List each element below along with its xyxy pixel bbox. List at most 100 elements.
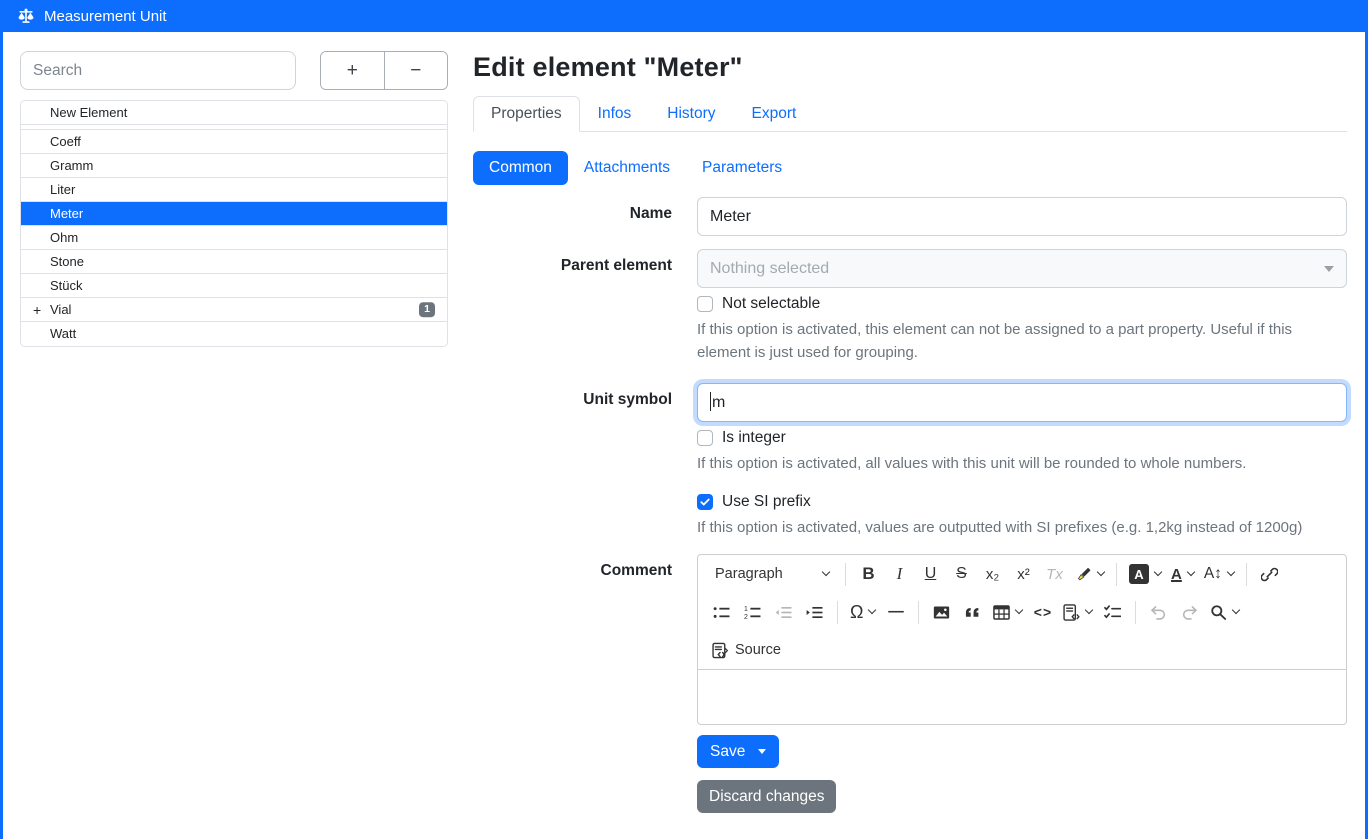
code-block-dropdown[interactable]	[1059, 598, 1096, 627]
bulleted-list-button[interactable]	[707, 598, 736, 627]
comment-label: Comment	[473, 554, 672, 813]
paragraph-style-dropdown[interactable]: Paragraph	[707, 560, 837, 589]
is-integer-checkbox[interactable]	[697, 430, 713, 446]
svg-text:1: 1	[744, 606, 748, 613]
editor-toolbar-row-3: Source	[698, 631, 1346, 669]
name-label: Name	[473, 197, 672, 236]
indent-icon	[806, 604, 823, 621]
insert-image-button[interactable]	[927, 598, 956, 627]
comment-editing-area[interactable]	[698, 670, 1346, 724]
remove-format-button[interactable]: Tx	[1040, 560, 1069, 589]
si-prefix-checkbox[interactable]	[697, 494, 713, 510]
is-integer-label: Is integer	[722, 429, 786, 447]
strikethrough-button[interactable]: S	[947, 560, 976, 589]
undo-button[interactable]	[1144, 598, 1173, 627]
link-button[interactable]	[1255, 560, 1284, 589]
child-count-badge: 1	[419, 302, 435, 318]
sidebar: + − New Element Coeff Gramm Liter Meter …	[3, 32, 453, 839]
highlight-dropdown[interactable]	[1071, 560, 1108, 589]
font-background-dropdown[interactable]: A	[1125, 560, 1165, 589]
tab-infos[interactable]: Infos	[580, 96, 650, 132]
source-button[interactable]: Source	[706, 635, 787, 665]
not-selectable-checkbox[interactable]	[697, 296, 713, 312]
tree-item-expandable[interactable]: + Vial 1	[21, 298, 447, 322]
unit-symbol-row: Unit symbol m Is integer If this option …	[473, 383, 1347, 555]
tab-history[interactable]: History	[649, 96, 733, 132]
parent-element-row: Parent element Nothing selected Not sele…	[473, 249, 1347, 383]
chevron-down-icon	[1154, 568, 1162, 576]
discard-changes-button[interactable]: Discard changes	[697, 780, 836, 813]
checkmark-icon	[699, 496, 711, 508]
unit-symbol-field[interactable]	[697, 383, 1347, 422]
special-characters-dropdown[interactable]: Ω	[846, 598, 879, 627]
expand-node-icon[interactable]: +	[33, 298, 41, 322]
redo-icon	[1181, 604, 1198, 621]
not-selectable-row: Not selectable	[697, 295, 1347, 313]
editor-toolbar-row-2: 1 2	[698, 593, 1346, 631]
subtab-parameters[interactable]: Parameters	[686, 151, 798, 185]
block-quote-button[interactable]	[958, 598, 987, 627]
horizontal-line-button[interactable]: —	[881, 598, 910, 627]
font-size-dropdown[interactable]: A↕	[1200, 560, 1238, 589]
richtext-editor: Paragraph B I U S x₂ x² Tx	[697, 554, 1347, 725]
paragraph-style-label: Paragraph	[715, 566, 783, 582]
image-icon	[933, 604, 950, 621]
tree-item[interactable]: Ohm	[21, 226, 447, 250]
omega-icon: Ω	[850, 602, 863, 623]
save-dropdown-caret-icon[interactable]	[758, 749, 766, 754]
inline-code-button[interactable]: <>	[1028, 598, 1057, 627]
tab-properties[interactable]: Properties	[473, 96, 580, 132]
tree-item[interactable]: Liter	[21, 178, 447, 202]
outdent-button[interactable]	[769, 598, 798, 627]
expand-all-button[interactable]: +	[321, 52, 385, 89]
italic-button[interactable]: I	[885, 560, 914, 589]
is-integer-row: Is integer	[697, 429, 1347, 447]
tree-item[interactable]: Stone	[21, 250, 447, 274]
toolbar-separator	[837, 601, 838, 624]
underline-button[interactable]: U	[916, 560, 945, 589]
numbered-list-button[interactable]: 1 2	[738, 598, 767, 627]
chevron-down-icon	[868, 606, 876, 614]
source-icon	[712, 642, 729, 659]
name-row: Name	[473, 197, 1347, 236]
subtab-common[interactable]: Common	[473, 151, 568, 185]
collapse-all-button[interactable]: −	[385, 52, 448, 89]
tab-export[interactable]: Export	[734, 96, 815, 132]
highlighter-icon	[1075, 566, 1092, 583]
todo-list-icon	[1104, 604, 1121, 621]
todo-list-button[interactable]	[1098, 598, 1127, 627]
balance-scale-icon	[17, 8, 35, 24]
indent-button[interactable]	[800, 598, 829, 627]
subscript-button[interactable]: x₂	[978, 560, 1007, 589]
tree-item[interactable]: Watt	[21, 322, 447, 346]
search-input[interactable]	[20, 51, 296, 90]
toolbar-separator	[845, 563, 846, 586]
tree-item[interactable]: Gramm	[21, 154, 447, 178]
parent-element-select[interactable]: Nothing selected	[697, 249, 1347, 288]
tree-item[interactable]: Coeff	[21, 130, 447, 154]
find-replace-dropdown[interactable]	[1206, 598, 1243, 627]
superscript-button[interactable]: x²	[1009, 560, 1038, 589]
font-color-dropdown[interactable]: A	[1167, 560, 1198, 589]
toolbar-separator	[1246, 563, 1247, 586]
tree-item-label: Vial	[50, 302, 71, 317]
tree-item-selected[interactable]: Meter	[21, 202, 447, 226]
insert-table-dropdown[interactable]	[989, 598, 1026, 627]
redo-button[interactable]	[1175, 598, 1204, 627]
tree-item-new-element[interactable]: New Element	[21, 101, 447, 125]
is-integer-help: If this option is activated, all values …	[697, 452, 1347, 475]
font-size-icon: A↕	[1204, 565, 1222, 583]
save-button[interactable]: Save	[697, 735, 779, 768]
chevron-down-icon	[1187, 568, 1195, 576]
tree-expand-collapse-group: + −	[320, 51, 448, 90]
subtab-attachments[interactable]: Attachments	[568, 151, 686, 185]
tree-item[interactable]: Stück	[21, 274, 447, 298]
subtab-bar: Common Attachments Parameters	[473, 151, 1347, 185]
name-field[interactable]	[697, 197, 1347, 236]
save-label: Save	[710, 743, 745, 761]
bold-button[interactable]: B	[854, 560, 883, 589]
table-icon	[993, 604, 1010, 621]
find-replace-icon	[1210, 604, 1227, 621]
parent-element-label: Parent element	[473, 249, 672, 383]
numbered-list-icon: 1 2	[744, 604, 761, 621]
